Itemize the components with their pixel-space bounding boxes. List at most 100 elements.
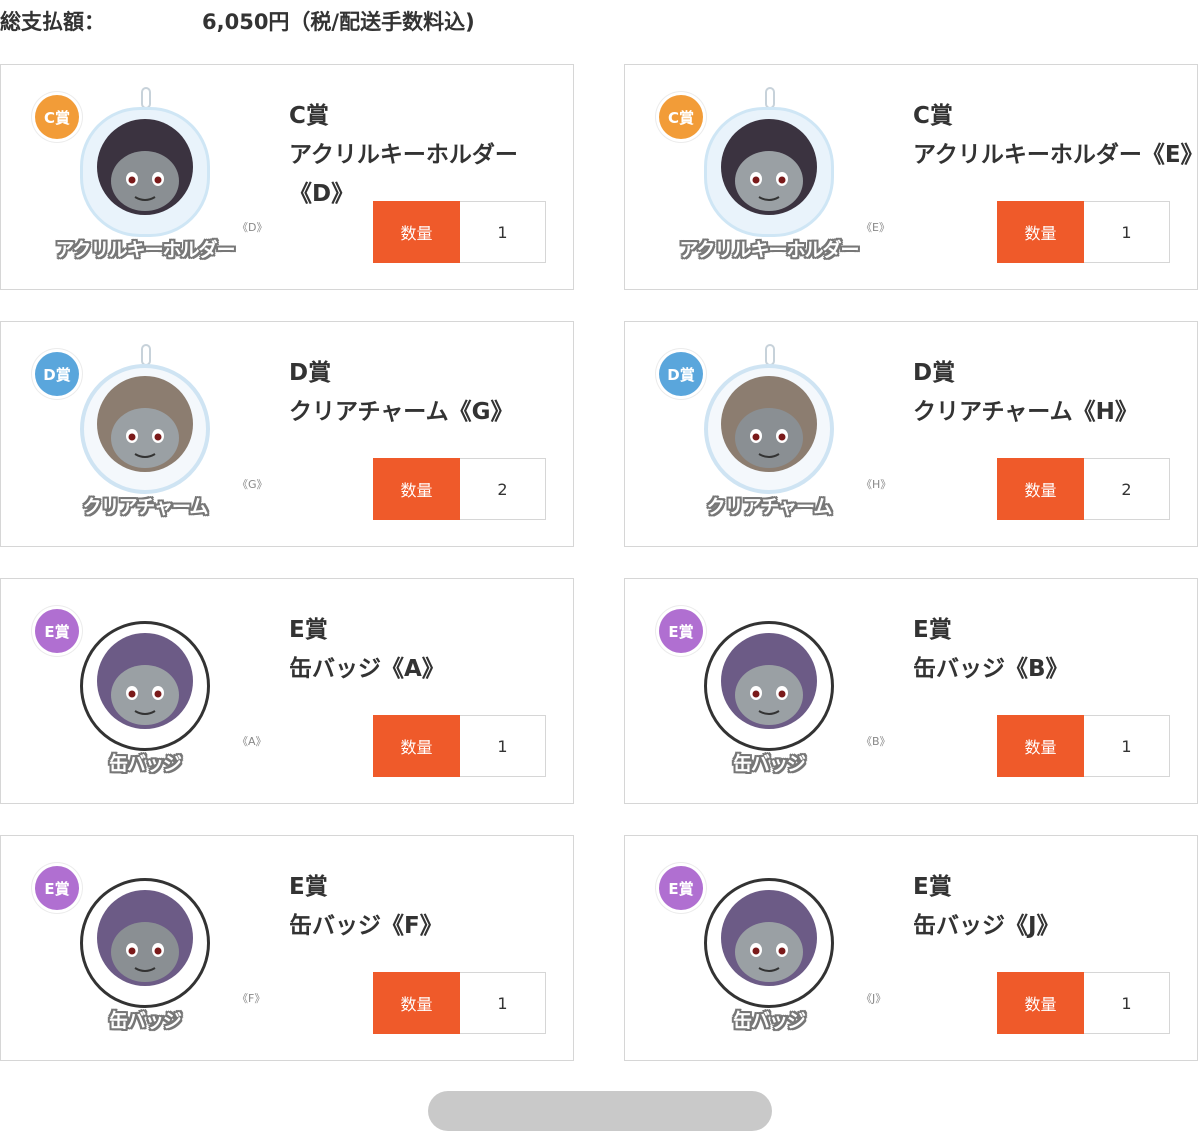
item-grade: C賞 <box>289 103 329 129</box>
item-grade: E賞 <box>913 617 952 643</box>
can-badge-icon <box>704 621 834 751</box>
can-badge-icon <box>704 878 834 1008</box>
product-type-caption: 缶バッジ <box>732 1010 806 1032</box>
variant-label: 《H》 <box>861 478 892 491</box>
character-illustration <box>97 119 193 215</box>
quantity-label: 数量 <box>997 458 1084 520</box>
quantity-value: 1 <box>460 715 546 777</box>
item-title: E賞缶バッジ《J》 <box>913 868 1193 946</box>
character-illustration <box>721 890 817 986</box>
variant-label: 《J》 <box>861 992 887 1005</box>
character-illustration <box>721 119 817 215</box>
product-type-caption: 缶バッジ <box>108 753 182 775</box>
item-grade: E賞 <box>289 874 328 900</box>
total-label: 総支払額： <box>0 10 105 34</box>
chain-icon <box>141 344 151 366</box>
quantity-box: 数量 1 <box>373 972 546 1034</box>
acrylic-keychain-icon <box>80 107 210 237</box>
item-grade: E賞 <box>913 874 952 900</box>
item-title: C賞アクリルキーホルダー《E》 <box>913 97 1200 175</box>
quantity-value: 2 <box>460 458 546 520</box>
quantity-box: 数量 1 <box>997 201 1170 263</box>
item-card: E賞 缶バッジ 《B》 E賞 缶バッジ《B》 数量 1 <box>624 578 1198 804</box>
item-name: アクリルキーホルダー《E》 <box>913 142 1200 168</box>
item-name: クリアチャーム《G》 <box>289 399 514 425</box>
character-illustration <box>721 376 817 472</box>
item-title: D賞クリアチャーム《H》 <box>913 354 1193 432</box>
item-thumbnail: C賞アクリルキーホルダー 《D》 <box>25 87 268 277</box>
quantity-value: 2 <box>1084 458 1170 520</box>
item-grade: C賞 <box>913 103 953 129</box>
item-thumbnail: E賞缶バッジ 《J》 <box>649 858 889 1048</box>
item-grade: E賞 <box>289 617 328 643</box>
total-payment: 総支払額： 6,050円（税/配送手数料込) <box>0 0 700 40</box>
clear-charm-icon <box>80 364 210 494</box>
rank-badge-icon: C賞 <box>659 95 703 139</box>
item-title: E賞缶バッジ《B》 <box>913 611 1193 689</box>
chain-icon <box>765 87 775 109</box>
item-name: 缶バッジ《J》 <box>913 913 1060 939</box>
item-thumbnail: E賞 缶バッジ 《B》 <box>649 601 891 791</box>
can-badge-icon <box>80 621 210 751</box>
item-thumbnail: C賞アクリルキーホルダー 《E》 <box>649 87 890 277</box>
quantity-box: 数量 2 <box>373 458 546 520</box>
rank-badge-icon: E賞 <box>35 609 79 653</box>
item-name: 缶バッジ《F》 <box>289 913 443 939</box>
product-type-caption: 缶バッジ <box>108 1010 182 1032</box>
item-name: 缶バッジ《B》 <box>913 656 1069 682</box>
acrylic-keychain-icon <box>704 107 834 237</box>
variant-label: 《E》 <box>861 221 890 234</box>
rank-badge-icon: D賞 <box>659 352 703 396</box>
product-type-caption: 缶バッジ <box>732 753 806 775</box>
item-card: E賞 缶バッジ 《F》 E賞 缶バッジ《F》 数量 1 <box>0 835 574 1061</box>
item-thumbnail: E賞缶バッジ 《F》 <box>25 858 265 1048</box>
product-type-caption: クリアチャーム <box>706 496 833 518</box>
item-title: E賞缶バッジ《A》 <box>289 611 569 689</box>
item-thumbnail: D賞クリアチャーム 《H》 <box>649 344 892 534</box>
rank-badge-icon: D賞 <box>35 352 79 396</box>
rank-badge-icon: E賞 <box>659 609 703 653</box>
item-card: D賞 クリアチャーム 《H》 D賞 クリアチャーム《H》 数量 2 <box>624 321 1198 547</box>
item-title: E賞缶バッジ《F》 <box>289 868 569 946</box>
item-thumbnail: D賞クリアチャーム 《G》 <box>25 344 268 534</box>
quantity-box: 数量 2 <box>997 458 1170 520</box>
can-badge-icon <box>80 878 210 1008</box>
bottom-button[interactable] <box>428 1091 772 1131</box>
quantity-label: 数量 <box>373 715 460 777</box>
quantity-label: 数量 <box>373 458 460 520</box>
item-name: クリアチャーム《H》 <box>913 399 1138 425</box>
character-illustration <box>97 376 193 472</box>
character-illustration <box>97 890 193 986</box>
item-title: C賞 アクリルキーホルダー《D》 <box>289 97 569 214</box>
quantity-value: 1 <box>1084 715 1170 777</box>
quantity-box: 数量 1 <box>997 972 1170 1034</box>
variant-label: 《G》 <box>237 478 268 491</box>
character-illustration <box>97 633 193 729</box>
total-amount: 6,050円（税/配送手数料込) <box>202 10 475 34</box>
quantity-value: 1 <box>460 972 546 1034</box>
item-card: C賞 アクリルキーホルダー 《E》 C賞 アクリルキーホルダー《E》 数量 1 <box>624 64 1200 290</box>
clear-charm-icon <box>704 364 834 494</box>
rank-badge-icon: E賞 <box>659 866 703 910</box>
product-type-caption: クリアチャーム <box>82 496 209 518</box>
chain-icon <box>765 344 775 366</box>
product-type-caption: アクリルキーホルダー <box>679 239 859 261</box>
quantity-label: 数量 <box>997 201 1084 263</box>
variant-label: 《D》 <box>237 221 268 234</box>
variant-label: 《A》 <box>237 735 267 748</box>
product-type-caption: アクリルキーホルダー <box>55 239 235 261</box>
item-card: C賞 アクリルキーホルダー 《D》 C賞 アクリルキーホルダー《D》 数量 1 <box>0 64 574 290</box>
item-card: E賞 缶バッジ 《J》 E賞 缶バッジ《J》 数量 1 <box>624 835 1198 1061</box>
item-grade: D賞 <box>289 360 332 386</box>
variant-label: 《F》 <box>237 992 266 1005</box>
rank-badge-icon: C賞 <box>35 95 79 139</box>
rank-badge-icon: E賞 <box>35 866 79 910</box>
item-grade: D賞 <box>913 360 956 386</box>
quantity-label: 数量 <box>997 972 1084 1034</box>
item-name: 缶バッジ《A》 <box>289 656 445 682</box>
character-illustration <box>721 633 817 729</box>
chain-icon <box>141 87 151 109</box>
quantity-label: 数量 <box>997 715 1084 777</box>
quantity-box: 数量 1 <box>997 715 1170 777</box>
item-card: E賞 缶バッジ 《A》 E賞 缶バッジ《A》 数量 1 <box>0 578 574 804</box>
